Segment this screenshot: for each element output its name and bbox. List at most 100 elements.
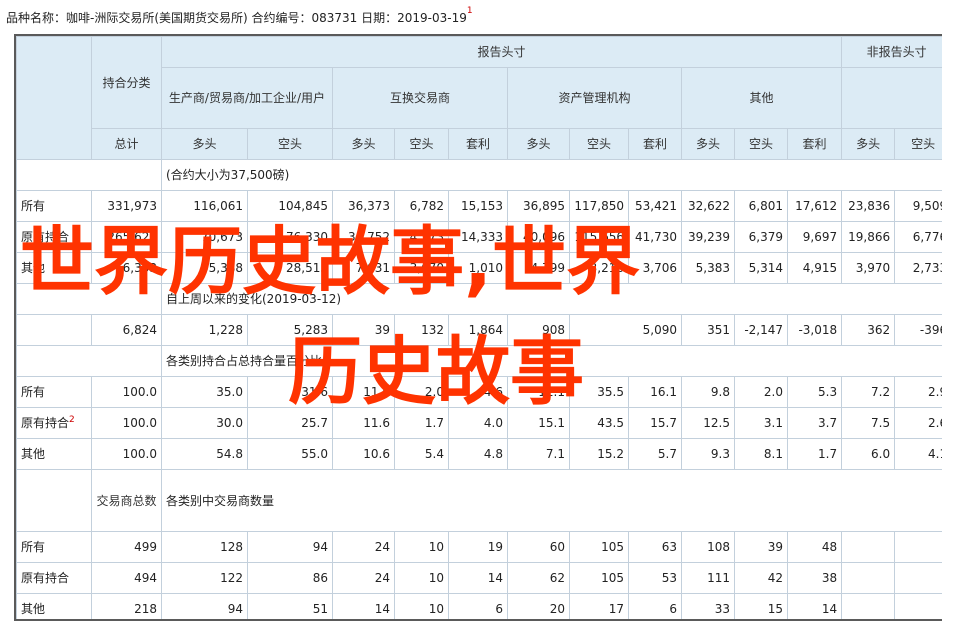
cell: 15.1	[507, 407, 570, 439]
table-row: 原有持合2 100.0 30.0 25.7 11.6 1.7 4.0 15.1 …	[16, 407, 942, 439]
cell: 10	[394, 593, 449, 619]
cell: 32,622	[681, 190, 735, 222]
cell: 3,670	[394, 252, 449, 284]
cell: 351	[681, 314, 735, 346]
cell: 19	[448, 531, 508, 563]
cell: 5,283	[247, 314, 333, 346]
cell: 9,697	[786, 221, 843, 253]
header-nonreport-blank	[841, 67, 942, 129]
cell: 5,090	[569, 314, 682, 346]
cell: 55.0	[247, 438, 333, 470]
section4-total-label: 交易商总数	[91, 469, 162, 532]
cell: 2.0	[734, 376, 788, 408]
cell: 53	[628, 562, 682, 594]
cell: 122	[161, 562, 248, 594]
cell: 94	[161, 593, 248, 619]
cell: 12.5	[681, 407, 735, 439]
row-label: 原有持合2	[16, 407, 92, 439]
cell: 331,973	[91, 190, 162, 222]
header-total: 总计	[91, 128, 162, 160]
cell: 24	[332, 531, 395, 563]
cell: 7.5	[841, 407, 896, 439]
cell: 117,850	[569, 190, 629, 222]
cell: 15.7	[628, 407, 682, 439]
cell: 17	[569, 593, 629, 619]
header-other-short: 空头	[734, 128, 788, 160]
cell: 20	[507, 593, 570, 619]
cell: 9.3	[681, 438, 735, 470]
cell: 2.6	[894, 407, 942, 439]
header-asset-short: 空头	[569, 128, 629, 160]
cell	[894, 562, 942, 594]
cot-table-frame: 持合分类 报告头寸 非报告头寸 生产商/贸易商/加工企业/用户 互换交易商 资产…	[14, 34, 942, 621]
cell: 39	[734, 531, 788, 563]
cell: 1,010	[448, 252, 508, 284]
cell: 3,706	[628, 252, 682, 284]
cell: -396	[894, 314, 942, 346]
cell: 100.0	[91, 407, 162, 439]
cell: 5,383	[681, 252, 735, 284]
cell: 14,333	[448, 221, 508, 253]
section2-blank	[16, 283, 162, 315]
cell: 6.0	[841, 438, 896, 470]
cell: -2,147	[734, 314, 788, 346]
cell: 2,733	[894, 252, 942, 284]
cell: 54.8	[161, 438, 248, 470]
cell: 6,801	[734, 190, 788, 222]
table-row: 其他 218 94 51 14 10 6 20 17 6 33 15 14	[16, 593, 942, 619]
cell: 48	[786, 531, 843, 563]
header-swap-short: 空头	[394, 128, 449, 160]
header-other-spread: 套利	[786, 128, 843, 160]
cell: 6,379	[734, 221, 788, 253]
caption-footnote: 1	[466, 6, 473, 16]
cell: 51	[247, 593, 333, 619]
cell: 42	[734, 562, 788, 594]
section4-blank	[16, 469, 92, 532]
header-other: 其他	[680, 67, 843, 129]
cell: 35.0	[161, 376, 248, 408]
cell: 4.8	[448, 438, 508, 470]
cell: 15,153	[448, 190, 508, 222]
cell: 108	[681, 531, 735, 563]
row-label: 其他	[16, 593, 92, 619]
header-category: 持合分类	[91, 36, 162, 129]
cell: 3.1	[734, 407, 788, 439]
cell: 33	[681, 593, 735, 619]
cell: 7,031	[332, 252, 395, 284]
cell	[894, 593, 942, 619]
cell: 128	[161, 531, 248, 563]
cell: 5,314	[734, 252, 788, 284]
table-row: 所有 499 128 94 24 10 19 60 105 63 108 39 …	[16, 531, 942, 563]
header-swap-spread: 套利	[448, 128, 508, 160]
cell: 66,353	[91, 252, 162, 284]
cell: 11.6	[332, 407, 395, 439]
cell: 23,836	[841, 190, 896, 222]
cell: 4.6	[448, 376, 508, 408]
cell: 14	[448, 562, 508, 594]
row-label: 原有持合	[16, 562, 92, 594]
cell: 14	[786, 593, 843, 619]
cell: 104,845	[247, 190, 333, 222]
report-caption: 品种名称：咖啡-洲际交易所(美国期货交易所) 合约编号：083731 日期：20…	[6, 6, 473, 26]
cell: 2.9	[894, 376, 942, 408]
cell: 494	[91, 562, 162, 594]
cell: 7.2	[841, 376, 896, 408]
table-row: 原有持合 265,620 70,673 76,330 34,752 4,573 …	[16, 221, 942, 253]
header-other-long: 多头	[681, 128, 735, 160]
cell: 35,388	[161, 252, 248, 284]
cell: 5.7	[628, 438, 682, 470]
cot-table: 持合分类 报告头寸 非报告头寸 生产商/贸易商/加工企业/用户 互换交易商 资产…	[16, 36, 942, 619]
cell: 8.1	[734, 438, 788, 470]
header-report: 报告头寸	[160, 36, 843, 68]
cell: 265,620	[91, 221, 162, 253]
cell: 115,656	[569, 221, 629, 253]
cell: 76,330	[247, 221, 333, 253]
cell: 70,673	[161, 221, 248, 253]
section2-note: 自上周以来的变化(2019-03-12)	[160, 283, 942, 315]
table-row: 6,824 1,228 5,283 39 132 1,864 908 5,090…	[16, 314, 942, 346]
table-row: 其他 100.0 54.8 55.0 10.6 5.4 4.8 7.1 15.2…	[16, 438, 942, 470]
cell: 43.5	[569, 407, 629, 439]
cell: 1.7	[786, 438, 843, 470]
row-label-text: 原有持合	[21, 416, 70, 430]
header-producer-long: 多头	[161, 128, 248, 160]
